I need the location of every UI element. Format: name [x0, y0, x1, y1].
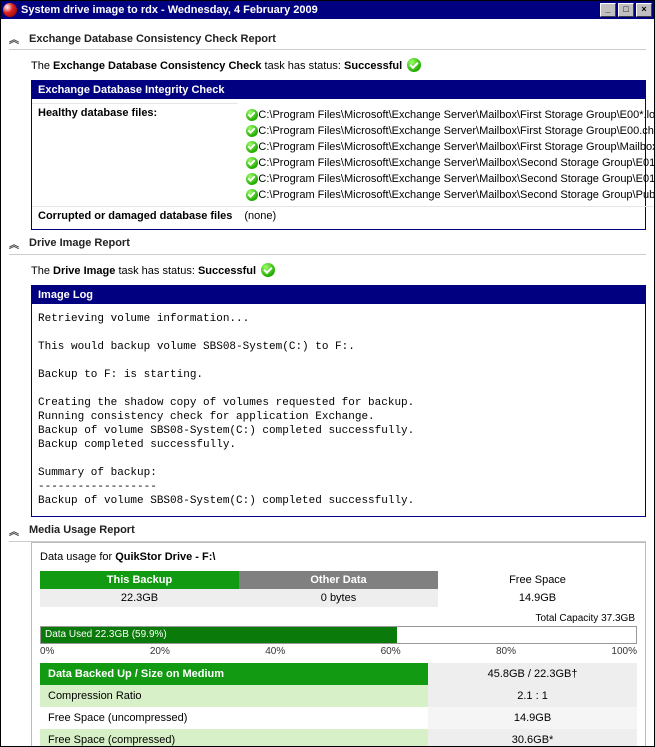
stats-row: Free Space (compressed)30.6GB* [40, 729, 637, 747]
col-this-backup: This Backup [40, 571, 239, 589]
exchange-status-line: The Exchange Database Consistency Check … [31, 58, 646, 72]
scroll-content[interactable]: ︽ Exchange Database Consistency Check Re… [1, 19, 654, 746]
maximize-button[interactable]: □ [618, 3, 634, 17]
success-icon [246, 157, 258, 169]
text: Data usage for [40, 551, 115, 563]
tick-label: 100% [611, 646, 637, 657]
tick-label: 60% [381, 646, 401, 657]
success-icon [407, 58, 421, 72]
usage-bar-label: Data Used 22.3GB (59.9%) [45, 627, 167, 643]
stats-value: 30.6GB* [428, 729, 637, 747]
drive-image-status-line: The Drive Image task has status: Success… [31, 263, 646, 277]
text: The [31, 60, 53, 72]
stats-key: Free Space (compressed) [40, 729, 428, 747]
corrupt-value: (none) [238, 206, 654, 225]
file-path: C:\Program Files\Microsoft\Exchange Serv… [258, 125, 654, 137]
tick-label: 0% [40, 646, 54, 657]
task-name: Exchange Database Consistency Check [53, 60, 261, 72]
device-name: QuikStor Drive - F:\ [115, 551, 215, 563]
healthy-file-row: C:\Program Files\Microsoft\Exchange Serv… [244, 155, 654, 171]
success-icon [246, 189, 258, 201]
success-icon [246, 141, 258, 153]
col-free-space: Free Space [438, 571, 637, 589]
collapse-icon[interactable]: ︽ [9, 523, 19, 538]
tick-label: 80% [496, 646, 516, 657]
section-title: Exchange Database Consistency Check Repo… [29, 33, 276, 45]
section-title: Drive Image Report [29, 237, 130, 249]
usage-bar: Data Used 22.3GB (59.9%) [40, 626, 637, 644]
stats-header-key: Data Backed Up / Size on Medium [40, 663, 428, 685]
usage-bar-ticks: 0% 20% 40% 60% 80% 100% [40, 646, 637, 663]
section-title: Media Usage Report [29, 524, 135, 536]
collapse-icon[interactable]: ︽ [9, 236, 19, 251]
collapse-icon[interactable]: ︽ [9, 31, 19, 46]
task-name: Drive Image [53, 265, 115, 277]
stats-value: 14.9GB [428, 707, 637, 729]
val-free-space: 14.9GB [438, 589, 637, 607]
healthy-files-list: C:\Program Files\Microsoft\Exchange Serv… [244, 107, 654, 203]
media-usage-box: Data usage for QuikStor Drive - F:\ This… [31, 542, 646, 747]
file-path: C:\Program Files\Microsoft\Exchange Serv… [258, 141, 654, 153]
text: task has status: [115, 265, 198, 277]
file-path: C:\Program Files\Microsoft\Exchange Serv… [258, 109, 654, 121]
stats-row: Free Space (uncompressed)14.9GB [40, 707, 637, 729]
val-this-backup: 22.3GB [40, 589, 239, 607]
total-capacity-label: Total Capacity 37.3GB [40, 607, 637, 626]
success-icon [261, 263, 275, 277]
panel-title: Exchange Database Integrity Check [32, 81, 645, 99]
stats-row: Compression Ratio2.1 : 1 [40, 685, 637, 707]
text: task has status: [262, 60, 345, 72]
corrupt-label: Corrupted or damaged database files [32, 206, 238, 225]
tick-label: 20% [150, 646, 170, 657]
healthy-file-row: C:\Program Files\Microsoft\Exchange Serv… [244, 123, 654, 139]
file-path: C:\Program Files\Microsoft\Exchange Serv… [258, 189, 654, 201]
section-header-drive-image: ︽ Drive Image Report [9, 230, 646, 255]
val-other-data: 0 bytes [239, 589, 438, 607]
healthy-label: Healthy database files: [32, 104, 238, 207]
image-log-text: Retrieving volume information... This wo… [32, 304, 645, 516]
col-other-data: Other Data [239, 571, 438, 589]
text: The [31, 265, 53, 277]
success-icon [246, 109, 258, 121]
media-usage-title: Data usage for QuikStor Drive - F:\ [40, 551, 637, 563]
healthy-file-row: C:\Program Files\Microsoft\Exchange Serv… [244, 171, 654, 187]
section-header-exchange: ︽ Exchange Database Consistency Check Re… [9, 25, 646, 50]
file-path: C:\Program Files\Microsoft\Exchange Serv… [258, 173, 654, 185]
stats-value: 2.1 : 1 [428, 685, 637, 707]
image-log-panel: Image Log Retrieving volume information.… [31, 285, 646, 517]
app-icon [3, 3, 17, 17]
close-button[interactable]: × [636, 3, 652, 17]
success-icon [246, 125, 258, 137]
section-header-media-usage: ︽ Media Usage Report [9, 517, 646, 542]
healthy-file-row: C:\Program Files\Microsoft\Exchange Serv… [244, 107, 654, 123]
status-value: Successful [198, 265, 256, 277]
tick-label: 40% [265, 646, 285, 657]
stats-header-val: 45.8GB / 22.3GB† [428, 663, 637, 685]
stats-key: Free Space (uncompressed) [40, 707, 428, 729]
window-title: System drive image to rdx - Wednesday, 4… [21, 4, 598, 16]
healthy-file-row: C:\Program Files\Microsoft\Exchange Serv… [244, 187, 654, 203]
file-path: C:\Program Files\Microsoft\Exchange Serv… [258, 157, 654, 169]
panel-title: Image Log [32, 286, 645, 304]
titlebar: System drive image to rdx - Wednesday, 4… [1, 1, 654, 19]
stats-table: Data Backed Up / Size on Medium 45.8GB /… [40, 663, 637, 747]
report-window: System drive image to rdx - Wednesday, 4… [0, 0, 655, 747]
exchange-integrity-panel: Exchange Database Integrity Check Health… [31, 80, 646, 230]
stats-key: Compression Ratio [40, 685, 428, 707]
minimize-button[interactable]: _ [600, 3, 616, 17]
status-value: Successful [344, 60, 402, 72]
healthy-file-row: C:\Program Files\Microsoft\Exchange Serv… [244, 139, 654, 155]
usage-summary-table: This Backup Other Data Free Space 22.3GB… [40, 571, 637, 607]
success-icon [246, 173, 258, 185]
exchange-table: Healthy database files: C:\Program Files… [32, 103, 654, 225]
